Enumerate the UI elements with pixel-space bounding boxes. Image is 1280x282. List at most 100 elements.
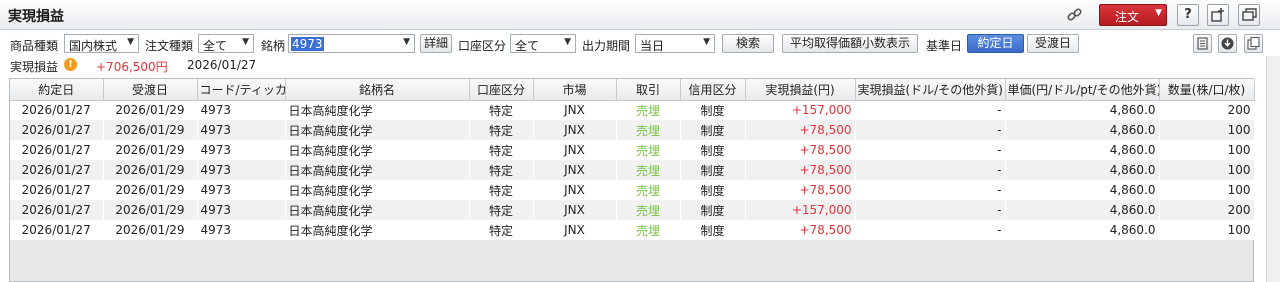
order-type-label: 注文種類 [145, 39, 194, 53]
summary-label: 実現損益 [10, 60, 59, 74]
cell-market: JNX [533, 200, 616, 220]
title-bar: 実現損益 注文 ▼ ? [0, 0, 1280, 30]
cell-pl-jpy: +157,000 [745, 200, 855, 220]
cell-pl-jpy: +78,500 [745, 180, 855, 200]
avg-price-decimal-button[interactable]: 平均取得価額小数表示 [782, 34, 918, 53]
column-header[interactable]: 取引 [616, 79, 681, 101]
results-table: 約定日受渡日コード/ティッカー銘柄名口座区分市場取引信用区分実現損益(円)実現損… [10, 79, 1255, 240]
cell-pl-fx: - [855, 160, 1005, 180]
table-row[interactable]: 2026/01/27 2026/01/29 4973 日本高純度化学 特定 JNX 売埋 制度… [10, 200, 1254, 220]
summary-bar: 実現損益 ! +706,500円 2026/01/27 [0, 56, 1280, 74]
column-header[interactable]: 信用区分 [680, 79, 746, 101]
cell-trade: 売埋 [616, 120, 680, 140]
filter-bar: 商品種類 国内株式 ▼ 注文種類 全て ▼ 銘柄 4973 ▼ 詳細 口座区分 … [0, 31, 1280, 55]
cell-trade-date: 2026/01/27 [10, 160, 103, 180]
cell-margin: 制度 [680, 220, 745, 240]
cell-margin: 制度 [680, 160, 745, 180]
vertical-scrollbar[interactable] [1266, 56, 1280, 282]
table-row[interactable]: 2026/01/27 2026/01/29 4973 日本高純度化学 特定 JNX 売埋 制度… [10, 220, 1254, 240]
cell-name: 日本高純度化学 [285, 140, 469, 160]
period-label: 出力期間 [582, 39, 631, 53]
account-type-label: 口座区分 [458, 39, 507, 53]
symbol-label: 銘柄 [261, 39, 286, 53]
table-row[interactable]: 2026/01/27 2026/01/29 4973 日本高純度化学 特定 JNX 売埋 制度… [10, 120, 1254, 140]
product-type-select[interactable]: 国内株式 ▼ [64, 34, 139, 53]
cell-name: 日本高純度化学 [285, 200, 469, 220]
cell-account: 特定 [469, 220, 533, 240]
cell-name: 日本高純度化学 [285, 180, 469, 200]
cell-code: 4973 [197, 200, 285, 220]
chevron-down-icon: ▼ [564, 37, 571, 47]
column-header[interactable]: 銘柄名 [285, 79, 470, 101]
column-header[interactable]: 単価(円/ドル/pt/その他外貨) [1005, 79, 1160, 101]
column-header[interactable]: 約定日 [10, 79, 104, 101]
cell-trade: 売埋 [616, 100, 680, 120]
cell-trade: 売埋 [616, 220, 680, 240]
cell-qty: 100 [1159, 160, 1254, 180]
table-row[interactable]: 2026/01/27 2026/01/29 4973 日本高純度化学 特定 JNX 売埋 制度… [10, 100, 1254, 120]
cell-market: JNX [533, 220, 616, 240]
column-header[interactable]: 市場 [533, 79, 617, 101]
cell-margin: 制度 [680, 120, 745, 140]
column-header[interactable]: 口座区分 [469, 79, 534, 101]
cell-margin: 制度 [680, 100, 745, 120]
product-type-value: 国内株式 [69, 39, 118, 53]
cell-settle-date: 2026/01/29 [103, 180, 197, 200]
column-header[interactable]: 受渡日 [103, 79, 198, 101]
print-icon[interactable] [1193, 34, 1212, 53]
order-type-select[interactable]: 全て ▼ [198, 34, 254, 53]
table-row[interactable]: 2026/01/27 2026/01/29 4973 日本高純度化学 特定 JNX 売埋 制度… [10, 140, 1254, 160]
symbol-select[interactable]: 4973 ▼ [288, 34, 415, 53]
period-value: 当日 [640, 39, 665, 53]
order-button[interactable]: 注文 ▼ [1099, 4, 1167, 26]
cell-qty: 200 [1159, 200, 1254, 220]
cell-pl-fx: - [855, 200, 1005, 220]
cell-trade-date: 2026/01/27 [10, 120, 103, 140]
column-header[interactable]: コード/ティッカー [197, 79, 286, 101]
cell-code: 4973 [197, 120, 285, 140]
results-grid: 約定日受渡日コード/ティッカー銘柄名口座区分市場取引信用区分実現損益(円)実現損… [9, 78, 1255, 282]
column-header[interactable]: 数量(株/口/枚) [1159, 79, 1255, 101]
summary-date: 2026/01/27 [187, 58, 257, 72]
settlement-date-button[interactable]: 受渡日 [1027, 34, 1079, 53]
cell-price: 4,860.0 [1005, 160, 1159, 180]
cell-account: 特定 [469, 160, 533, 180]
warning-icon[interactable]: ! [64, 58, 77, 71]
cell-pl-fx: - [855, 220, 1005, 240]
search-button[interactable]: 検索 [722, 34, 774, 53]
account-type-select[interactable]: 全て ▼ [510, 34, 576, 53]
trade-date-button[interactable]: 約定日 [967, 34, 1024, 53]
cell-code: 4973 [197, 180, 285, 200]
download-icon[interactable] [1218, 34, 1237, 53]
base-date-label: 基準日 [926, 39, 963, 53]
cell-settle-date: 2026/01/29 [103, 120, 197, 140]
help-icon[interactable]: ? [1177, 4, 1199, 26]
copy-icon[interactable] [1244, 34, 1263, 53]
cell-pl-fx: - [855, 120, 1005, 140]
cell-trade-date: 2026/01/27 [10, 100, 103, 120]
cell-price: 4,860.0 [1005, 180, 1159, 200]
cell-trade: 売埋 [616, 200, 680, 220]
account-type-value: 全て [515, 39, 540, 53]
cell-qty: 100 [1159, 140, 1254, 160]
chevron-down-icon: ▼ [127, 37, 134, 47]
order-type-value: 全て [203, 39, 228, 53]
column-header[interactable]: 実現損益(円) [745, 79, 856, 101]
cell-account: 特定 [469, 200, 533, 220]
period-select[interactable]: 当日 ▼ [635, 34, 715, 53]
new-window-icon[interactable] [1207, 4, 1229, 26]
link-icon[interactable] [1066, 6, 1084, 24]
restore-icon[interactable] [1238, 4, 1260, 26]
cell-settle-date: 2026/01/29 [103, 140, 197, 160]
chevron-down-icon: ▼ [242, 37, 249, 47]
table-row[interactable]: 2026/01/27 2026/01/29 4973 日本高純度化学 特定 JNX 売埋 制度… [10, 180, 1254, 200]
cell-margin: 制度 [680, 200, 745, 220]
cell-trade: 売埋 [616, 140, 680, 160]
column-header[interactable]: 実現損益(ドル/その他外貨) [855, 79, 1006, 101]
detail-button[interactable]: 詳細 [420, 34, 452, 53]
cell-account: 特定 [469, 100, 533, 120]
table-row[interactable]: 2026/01/27 2026/01/29 4973 日本高純度化学 特定 JNX 売埋 制度… [10, 160, 1254, 180]
cell-trade: 売埋 [616, 160, 680, 180]
cell-price: 4,860.0 [1005, 200, 1159, 220]
cell-price: 4,860.0 [1005, 100, 1159, 120]
